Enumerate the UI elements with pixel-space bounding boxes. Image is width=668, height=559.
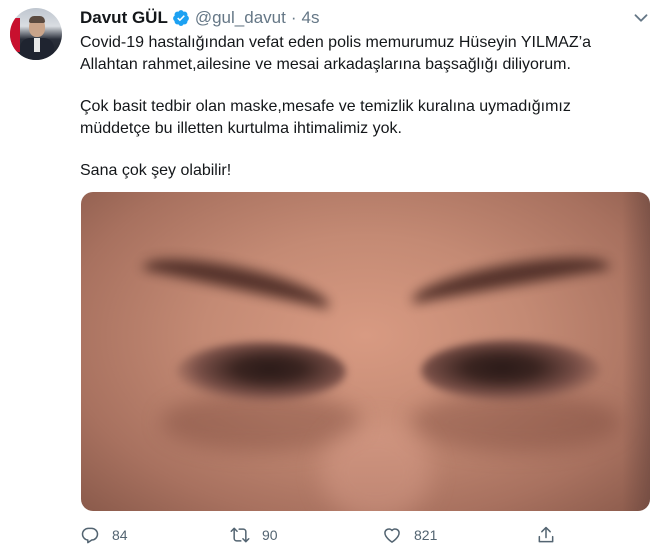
tweet-text-line: Allahtan rahmet,ailesine ve mesai arkada… (80, 56, 571, 73)
like-button[interactable]: 821 (382, 522, 437, 548)
tweet-header: Davut GÜL @gul_davut · 4s (80, 7, 319, 29)
author-name[interactable]: Davut GÜL (80, 8, 168, 28)
chevron-down-icon[interactable] (630, 8, 652, 28)
reply-button[interactable]: 84 (80, 522, 128, 548)
retweet-button[interactable]: 90 (230, 522, 278, 548)
heart-icon (384, 528, 400, 543)
tweet-text-line: müddetçe bu illetten kurtulma ihtimalimi… (80, 120, 402, 137)
flag-icon (10, 18, 20, 52)
share-button[interactable] (536, 522, 556, 548)
author-handle[interactable]: @gul_davut (195, 8, 286, 28)
eyebrow-right (409, 246, 613, 322)
avatar-hair (29, 16, 45, 23)
tweet-text-line: Sana çok şey olabilir! (80, 162, 232, 179)
tweet-photo[interactable] (81, 192, 650, 511)
retweet-count: 90 (262, 527, 278, 543)
tweet-text-line: Çok basit tedbir olan maske,mesafe ve te… (80, 98, 571, 115)
reply-count: 84 (112, 527, 128, 543)
tweet-text-line: Covid-19 hastalığından vefat eden polis … (80, 34, 592, 51)
eye-right (421, 340, 601, 402)
like-count: 821 (414, 527, 438, 543)
tweet-timestamp[interactable]: 4s (302, 8, 320, 28)
tweet-text: Covid-19 hastalığından vefat eden polis … (80, 32, 660, 182)
retweet-icon (230, 527, 250, 543)
nose-bridge (321, 422, 431, 511)
photo-edge-shadow (622, 192, 650, 511)
eye-left (176, 342, 346, 402)
header-separator: · (290, 8, 297, 27)
verified-badge-icon (172, 10, 189, 26)
share-icon (538, 526, 554, 543)
tweet-actions: 84 90 821 (80, 522, 560, 548)
reply-icon (81, 527, 99, 544)
eyebrow-left (138, 247, 334, 327)
author-avatar[interactable] (10, 8, 62, 60)
tweet-card[interactable]: Davut GÜL @gul_davut · 4s Covid-19 hasta… (0, 0, 668, 559)
avatar-shirt (34, 38, 40, 52)
